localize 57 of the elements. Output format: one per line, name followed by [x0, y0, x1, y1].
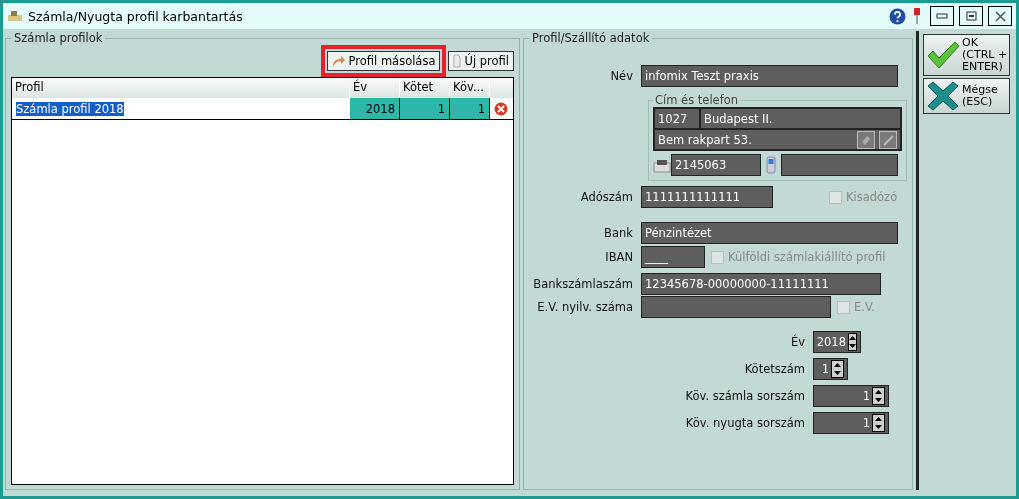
page-icon	[453, 54, 462, 68]
table-cell: 2018	[350, 98, 400, 119]
toolbar-button[interactable]: Új profil	[448, 51, 514, 71]
cross-icon	[926, 81, 960, 112]
group-title: Cím és telefon	[654, 93, 740, 107]
input-field[interactable]: ____	[641, 246, 705, 268]
maximize-button[interactable]	[959, 6, 983, 26]
field-label: IBAN	[604, 250, 634, 264]
input-field[interactable]	[641, 296, 831, 318]
delete-icon[interactable]	[494, 101, 508, 116]
input-field[interactable]: 12345678-00000000-11111111	[641, 273, 881, 295]
spin-arrows-icon[interactable]	[872, 387, 885, 405]
minimize-icon	[936, 13, 948, 19]
restore-icon	[965, 11, 977, 21]
table-cell: 1	[400, 98, 450, 119]
input-field[interactable]: Pénzintézet	[641, 222, 898, 244]
spin-field[interactable]: 1	[813, 358, 848, 380]
input-field[interactable]	[781, 154, 898, 176]
ok-button[interactable]: OK (CTRL + ENTER)	[923, 34, 1011, 77]
spin-field[interactable]: 2018	[813, 331, 861, 353]
group-title: Számla profilok	[13, 31, 104, 45]
input-field[interactable]: Bem rakpart 53.	[654, 129, 901, 150]
spin-field[interactable]: 1	[813, 385, 889, 407]
field-label: Köv. számla sorszám	[684, 389, 806, 403]
app-icon	[7, 10, 23, 22]
telephone-icon	[653, 157, 671, 173]
input-field[interactable]: infomix Teszt praxis	[641, 65, 898, 87]
field-label: Köv. nyugta sorszám	[684, 416, 806, 430]
field-label: Bank	[603, 226, 634, 240]
table-cell: 1	[450, 98, 490, 119]
help-icon[interactable]	[889, 7, 906, 25]
input-field[interactable]: Budapest II.	[700, 108, 901, 129]
field-label: Kötetszám	[743, 362, 806, 376]
input-field[interactable]: 1111111111111	[641, 186, 773, 208]
group-title: Profil/Szállító adatok	[531, 31, 651, 45]
field-label: Név	[609, 69, 634, 83]
field-label: Adószám	[579, 190, 634, 204]
window-title: Számla/Nyugta profil karbantartás	[28, 8, 244, 24]
minimize-button[interactable]	[930, 6, 954, 26]
close-icon	[994, 10, 1006, 22]
spin-arrows-icon[interactable]	[831, 360, 844, 378]
mobile-phone-icon	[766, 156, 776, 174]
spin-field[interactable]: 1	[813, 412, 889, 434]
input-field[interactable]: 2145063	[671, 154, 761, 176]
field-label: E.V. nyilv. száma	[536, 300, 634, 314]
checkmark-icon	[926, 40, 960, 71]
eraser-icon[interactable]	[857, 130, 875, 149]
input-field[interactable]: 1027	[654, 108, 700, 129]
field-label: Bankszámlaszám	[532, 277, 634, 291]
field-label: Év	[789, 335, 806, 349]
toolbar-button[interactable]: Profil másolása	[326, 51, 441, 71]
spin-arrows-icon[interactable]	[848, 333, 857, 351]
close-button[interactable]	[988, 6, 1012, 26]
spin-arrows-icon[interactable]	[872, 414, 885, 432]
pencil-icon[interactable]	[879, 130, 897, 149]
arrow-icon	[331, 54, 346, 68]
cancel-button[interactable]: Mégse (ESC)	[923, 78, 1011, 115]
